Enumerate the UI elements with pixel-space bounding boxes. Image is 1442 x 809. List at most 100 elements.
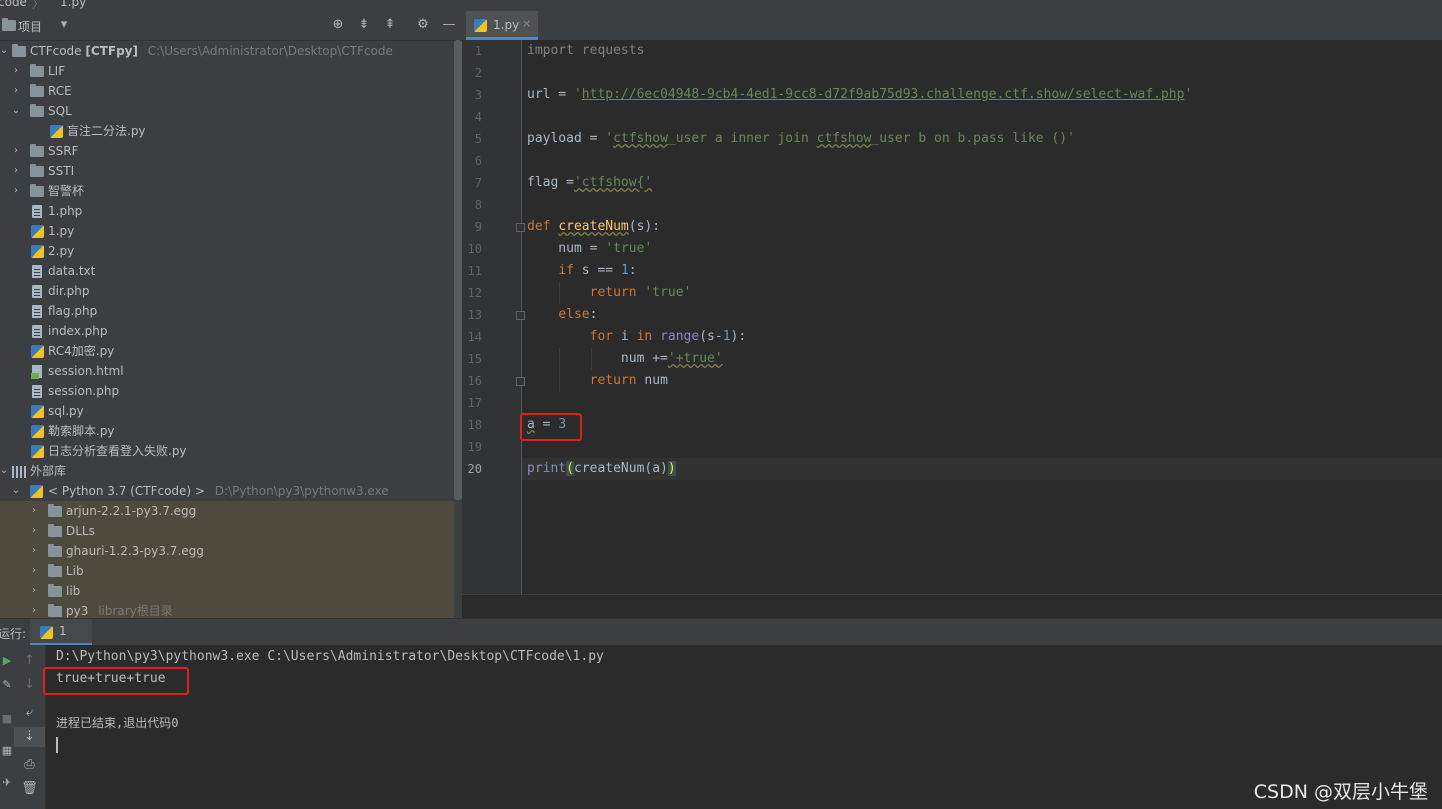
tree-item-log-analysis-py[interactable]: 日志分析查看登入失败.py xyxy=(0,441,454,461)
chevron-right-icon[interactable]: › xyxy=(28,521,40,541)
chevron-right-icon[interactable]: › xyxy=(28,601,40,618)
chevron-right-icon[interactable]: › xyxy=(28,541,40,561)
code-editor[interactable] xyxy=(522,40,1442,594)
print-icon[interactable]: ⎙ xyxy=(14,755,45,775)
breadcrumb-file[interactable]: 1.py xyxy=(60,0,86,9)
chevron-right-icon[interactable]: › xyxy=(28,581,40,601)
wrench-icon[interactable]: ✎ xyxy=(0,677,14,693)
trash-icon[interactable]: 🗑 xyxy=(14,779,45,799)
tree-item-rc4-py[interactable]: RC4加密.py xyxy=(0,341,454,361)
tree-item-label: 智警杯 xyxy=(48,184,85,198)
scroll-to-end-icon[interactable]: ⇣ xyxy=(14,727,45,747)
python-file-icon xyxy=(31,445,44,458)
code-line-5: payload = 'ctfshow_user a inner join ctf… xyxy=(527,128,1075,150)
token: def xyxy=(527,219,551,234)
tree-item-label: py3 xyxy=(66,604,89,618)
tree-item-blind-injection-py[interactable]: 盲注二分法.py xyxy=(0,121,454,141)
tree-item-python-sdk[interactable]: ⌄ < Python 3.7 (CTFcode) > D:\Python\py3… xyxy=(0,481,454,501)
line-number: 11 xyxy=(467,264,482,278)
token: _user b on b.pass like ()' xyxy=(871,131,1075,146)
run-toolbar: ↑ ↓ ⤶ ⇣ ⎙ 🗑 xyxy=(14,645,46,809)
tree-root-ctfcode[interactable]: ⌄ CTFcode [CTFpy] C:\Users\Administrator… xyxy=(0,41,454,61)
run-icon[interactable]: ▶ xyxy=(0,653,14,669)
tree-item-flag-php[interactable]: flag.php xyxy=(0,301,454,321)
chevron-right-icon[interactable]: › xyxy=(10,161,22,181)
tree-item-2-py[interactable]: 2.py xyxy=(0,241,454,261)
locate-icon[interactable]: ⊕ xyxy=(330,17,346,33)
chevron-right-icon[interactable]: › xyxy=(28,501,40,521)
up-arrow-icon[interactable]: ↑ xyxy=(14,651,45,671)
tree-item-lib[interactable]: › lib xyxy=(0,581,454,601)
chevron-right-icon[interactable]: › xyxy=(10,181,22,201)
chevron-down-icon[interactable]: ⌄ xyxy=(0,41,10,61)
tree-item-1-py[interactable]: 1.py xyxy=(0,221,454,241)
project-scrollbar[interactable] xyxy=(454,40,462,500)
chevron-down-icon[interactable]: ⌄ xyxy=(0,461,10,481)
tab-1-py[interactable]: 1.py × xyxy=(466,11,538,40)
fold-marker-icon[interactable] xyxy=(516,311,525,320)
tree-item-sql-py[interactable]: sql.py xyxy=(0,401,454,421)
folder-icon xyxy=(30,144,44,157)
tree-item-dir-php[interactable]: dir.php xyxy=(0,281,454,301)
folder-icon xyxy=(12,44,26,57)
console-output[interactable] xyxy=(46,645,1442,809)
tree-item-ssti[interactable]: › SSTI xyxy=(0,161,454,181)
chevron-right-icon[interactable]: › xyxy=(28,561,40,581)
tree-item-lib[interactable]: › Lib xyxy=(0,561,454,581)
chevron-down-icon[interactable]: ▾ xyxy=(56,17,72,33)
breadcrumb-root[interactable]: code xyxy=(0,0,27,9)
tree-item-rce[interactable]: › RCE xyxy=(0,81,454,101)
tree-item-lib[interactable]: › DLLs xyxy=(0,521,454,541)
code-url-link[interactable]: http://6ec04948-9cb4-4ed1-9cc8-d72f9ab75… xyxy=(582,87,1185,102)
layout-icon[interactable]: ▦ xyxy=(0,743,14,759)
token: payload xyxy=(527,131,582,146)
pin-icon[interactable]: ✈ xyxy=(0,775,14,791)
chevron-down-icon[interactable]: ⌄ xyxy=(10,101,22,121)
tree-item-lif[interactable]: › LIF xyxy=(0,61,454,81)
token: ctfshow xyxy=(816,131,872,146)
minimize-icon[interactable]: — xyxy=(441,17,457,33)
token: url xyxy=(527,87,551,102)
token: = xyxy=(558,175,574,190)
tree-item-lib[interactable]: › arjun-2.2.1-py3.7.egg xyxy=(0,501,454,521)
wrap-icon[interactable]: ⤶ xyxy=(14,703,45,723)
tree-item-ransom-py[interactable]: 勒索脚本.py xyxy=(0,421,454,441)
tree-item-lib[interactable]: › py3 library根目录 xyxy=(0,601,454,618)
tree-item-label: sql.py xyxy=(48,404,84,418)
tree-item-external-libraries[interactable]: ⌄ 外部库 xyxy=(0,461,454,481)
collapse-all-icon[interactable]: ⇞ xyxy=(382,17,398,33)
tree-item-label: SQL xyxy=(48,104,72,118)
folder-icon xyxy=(48,564,62,577)
token: num = xyxy=(527,241,606,256)
expand-all-icon[interactable]: ⇟ xyxy=(356,17,372,33)
chevron-right-icon[interactable]: › xyxy=(10,61,22,81)
fold-marker-icon[interactable] xyxy=(516,223,525,232)
token: 1 xyxy=(620,263,629,278)
chevron-right-icon[interactable]: › xyxy=(10,81,22,101)
tree-item-zhijingbei[interactable]: › 智警杯 xyxy=(0,181,454,201)
tree-item-1-php[interactable]: 1.php xyxy=(0,201,454,221)
code-line-10: num = 'true' xyxy=(527,238,652,260)
folder-icon xyxy=(30,104,44,117)
stop-icon[interactable]: ■ xyxy=(0,711,14,727)
project-panel-title[interactable]: 项目 xyxy=(18,18,42,35)
tree-item-lib[interactable]: › ghauri-1.2.3-py3.7.egg xyxy=(0,541,454,561)
fold-marker-icon[interactable] xyxy=(516,377,525,386)
down-arrow-icon[interactable]: ↓ xyxy=(14,675,45,695)
code-line-16: return num xyxy=(527,370,668,392)
tree-item-session-html[interactable]: session.html xyxy=(0,361,454,381)
chevron-right-icon[interactable]: › xyxy=(10,141,22,161)
tree-item-sql[interactable]: ⌄ SQL xyxy=(0,101,454,121)
close-icon[interactable]: × xyxy=(522,17,531,30)
tree-item-session-php[interactable]: session.php xyxy=(0,381,454,401)
chevron-down-icon[interactable]: ⌄ xyxy=(10,481,22,501)
tree-item-index-php[interactable]: index.php xyxy=(0,321,454,341)
token: 'true' xyxy=(644,285,692,300)
token: ( xyxy=(566,461,574,476)
gear-icon[interactable]: ⚙ xyxy=(415,17,431,33)
token: createNum(a) xyxy=(573,461,668,476)
tree-item-ssrf[interactable]: › SSRF xyxy=(0,141,454,161)
tree-item-data-txt[interactable]: data.txt xyxy=(0,261,454,281)
html-file-icon xyxy=(31,365,42,379)
run-tab-1[interactable]: 1 xyxy=(30,619,92,646)
